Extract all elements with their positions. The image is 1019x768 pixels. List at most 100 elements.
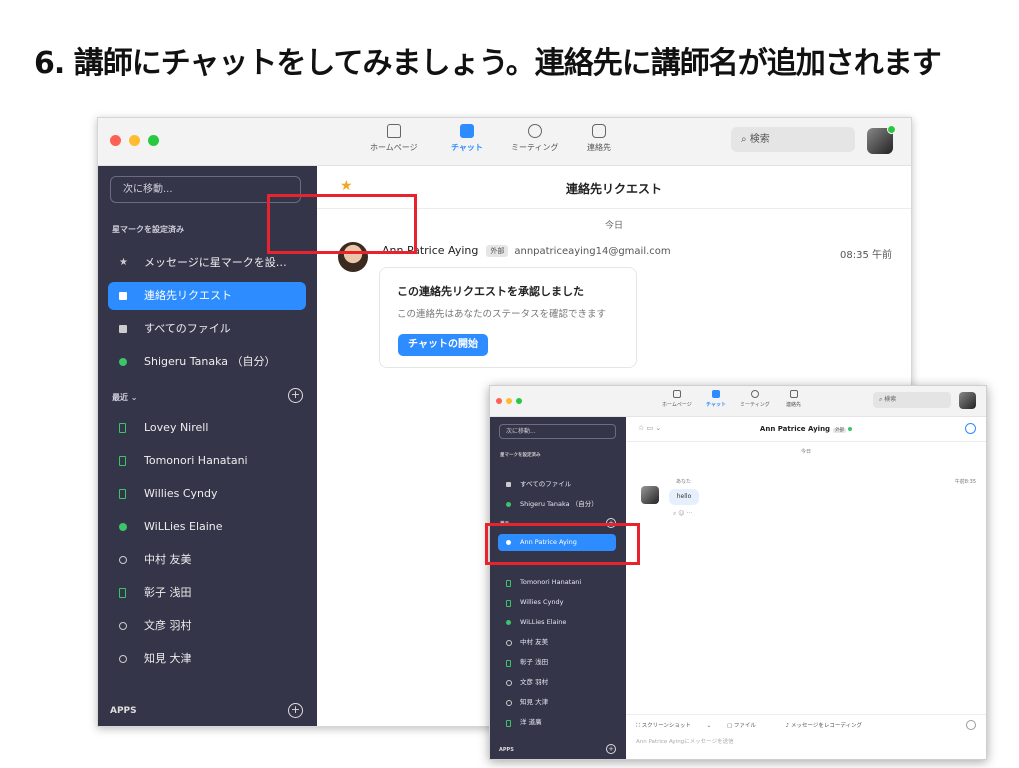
sender-line: Ann Patrice Aying 外部 annpatriceaying14@gma… — [382, 244, 671, 257]
highlight-start-chat — [267, 194, 417, 254]
date-divider: 今日 — [800, 449, 811, 455]
contact-item[interactable]: 文彦 羽村 — [108, 612, 306, 640]
message-input[interactable]: Ann Patrice Ayingにメッセージを送信 — [636, 737, 734, 745]
contact-item[interactable]: 彰子 浅田 — [108, 579, 306, 607]
contact-item[interactable]: Tomonori Hanatani — [498, 574, 616, 591]
nav-home[interactable]: ホームページ — [370, 124, 418, 153]
mobile-status-icon — [119, 489, 126, 499]
external-badge: 外部 — [833, 428, 847, 433]
mobile-status-icon — [506, 600, 511, 607]
minimize-window-button[interactable] — [506, 398, 512, 404]
offline-status-icon — [506, 640, 512, 646]
message-time: 08:35 午前 — [840, 250, 892, 261]
apps-heading[interactable]: APPS — [110, 706, 137, 716]
offline-status-icon — [506, 680, 512, 686]
search-input[interactable]: ⌕ 検索 — [731, 127, 855, 152]
sender-avatar[interactable] — [641, 486, 659, 504]
contact-item[interactable]: 中村 友美 — [108, 546, 306, 574]
nav-meetings[interactable]: ミーティング — [740, 390, 770, 408]
zoom-chat-window: ホームページ チャット ミーティング 連絡先 ⌕ 検索 次に移動... 星マーク… — [489, 385, 987, 760]
mobile-status-icon — [119, 423, 126, 433]
add-contact-button[interactable]: + — [288, 388, 303, 403]
contact-item[interactable]: Willies Cyndy — [498, 594, 616, 611]
apps-heading[interactable]: APPS — [499, 747, 514, 753]
card-subtitle: この連絡先はあなたのステータスを確認できます — [397, 309, 607, 320]
close-window-button[interactable] — [110, 135, 121, 146]
mobile-status-icon — [506, 720, 511, 727]
offline-status-icon — [506, 700, 512, 706]
file-icon — [506, 482, 511, 487]
mobile-status-icon — [119, 456, 126, 466]
message-bubble[interactable]: hello — [669, 489, 699, 505]
reaction-icons[interactable]: ⌕ ☺ ··· — [673, 510, 692, 518]
recent-heading[interactable]: 最近 ⌄ — [112, 392, 138, 403]
online-status-icon — [506, 502, 511, 507]
clock-icon — [750, 390, 759, 398]
minimize-window-button[interactable] — [129, 135, 140, 146]
sidebar-item-self[interactable]: Shigeru Tanaka （自分） — [498, 496, 616, 513]
profile-avatar[interactable] — [867, 125, 896, 154]
contact-item[interactable]: 知見 大津 — [108, 645, 306, 673]
offline-status-icon — [119, 622, 127, 630]
add-app-button[interactable]: + — [288, 703, 303, 718]
search-icon: ⌕ — [741, 134, 750, 145]
contact-item[interactable]: Willies Cyndy — [108, 480, 306, 508]
online-status-icon — [848, 427, 853, 431]
contact-item[interactable]: 洋 道廣 — [498, 714, 616, 731]
contacts-icon — [789, 390, 798, 398]
contact-item[interactable]: Lovey Nirell — [108, 414, 306, 442]
record-message-button[interactable]: ♪ メッセージをレコーディング — [786, 723, 876, 729]
composer-toolbar: ⛶ スクリーンショット ⌄ ▢ ファイル ♪ メッセージをレコーディング — [636, 721, 890, 730]
sidebar-item-contact-requests[interactable]: 連絡先リクエスト — [108, 282, 306, 310]
nav-chat[interactable]: チャット — [706, 390, 726, 408]
online-status-icon — [119, 523, 127, 531]
start-chat-button[interactable]: チャットの開始 — [398, 334, 488, 356]
sidebar: 次に移動... 星マークを設定済み すべてのファイル Shigeru Tanak… — [490, 417, 626, 759]
nav-contacts[interactable]: 連絡先 — [786, 390, 801, 408]
nav-chat[interactable]: チャット — [451, 124, 483, 153]
contact-item[interactable]: WiLLies Elaine — [108, 513, 306, 541]
star-icon: ★ — [119, 257, 128, 268]
file-icon — [119, 325, 127, 333]
close-window-button[interactable] — [496, 398, 502, 404]
top-bar: ホームページ チャット ミーティング 連絡先 ⌕ 検索 — [98, 118, 911, 166]
maximize-window-button[interactable] — [516, 398, 522, 404]
contact-item[interactable]: WiLLies Elaine — [498, 614, 616, 631]
contact-item[interactable]: Tomonori Hanatani — [108, 447, 306, 475]
sender-email: annpatriceaying14@gmail.com — [514, 246, 671, 257]
external-badge: 外部 — [486, 245, 509, 257]
sidebar-item-all-files[interactable]: すべてのファイル — [498, 476, 616, 493]
contact-item[interactable]: 知見 大津 — [498, 694, 616, 711]
contact-item[interactable]: 中村 友美 — [498, 634, 616, 651]
nav-home-label: ホームページ — [370, 143, 418, 152]
profile-avatar[interactable] — [959, 392, 976, 409]
nav-contacts[interactable]: 連絡先 — [587, 124, 611, 153]
mobile-status-icon — [119, 588, 126, 598]
contact-item[interactable]: 彰子 浅田 — [498, 654, 616, 671]
card-title: この連絡先リクエストを承認しました — [397, 285, 584, 298]
composer: ⛶ スクリーンショット ⌄ ▢ ファイル ♪ メッセージをレコーディング Ann… — [626, 714, 986, 759]
emoji-icon[interactable] — [966, 720, 976, 730]
maximize-window-button[interactable] — [148, 135, 159, 146]
chat-icon — [459, 124, 474, 138]
add-app-button[interactable]: + — [606, 744, 616, 754]
highlight-new-contact — [485, 523, 640, 565]
screenshot-button[interactable]: ⛶ スクリーンショット ⌄ — [636, 723, 711, 729]
sender-name: あなた — [676, 479, 692, 485]
chat-content: ☆ ▭ ⌄ Ann Patrice Aying 外部 今日 あなた 午前8:35 … — [626, 417, 986, 759]
sidebar-item-all-files[interactable]: すべてのファイル — [108, 315, 306, 343]
home-icon — [386, 124, 401, 138]
online-status-icon — [506, 620, 511, 625]
chat-header: ☆ ▭ ⌄ Ann Patrice Aying 外部 — [626, 417, 986, 442]
clock-icon — [527, 124, 542, 138]
nav-home[interactable]: ホームページ — [662, 390, 692, 408]
sidebar-item-self[interactable]: Shigeru Tanaka （自分） — [108, 348, 306, 376]
search-input[interactable]: ⌕ 検索 — [873, 392, 951, 408]
jump-to-input[interactable]: 次に移動... — [499, 424, 616, 439]
starred-heading: 星マークを設定済み — [112, 225, 184, 234]
contact-item[interactable]: 文彦 羽村 — [498, 674, 616, 691]
nav-meetings[interactable]: ミーティング — [511, 124, 559, 153]
slide-title: 6. 講師にチャットをしてみましょう。連絡先に講師名が追加されます — [34, 46, 942, 81]
file-button[interactable]: ▢ ファイル — [727, 723, 770, 729]
info-icon[interactable] — [965, 423, 976, 434]
